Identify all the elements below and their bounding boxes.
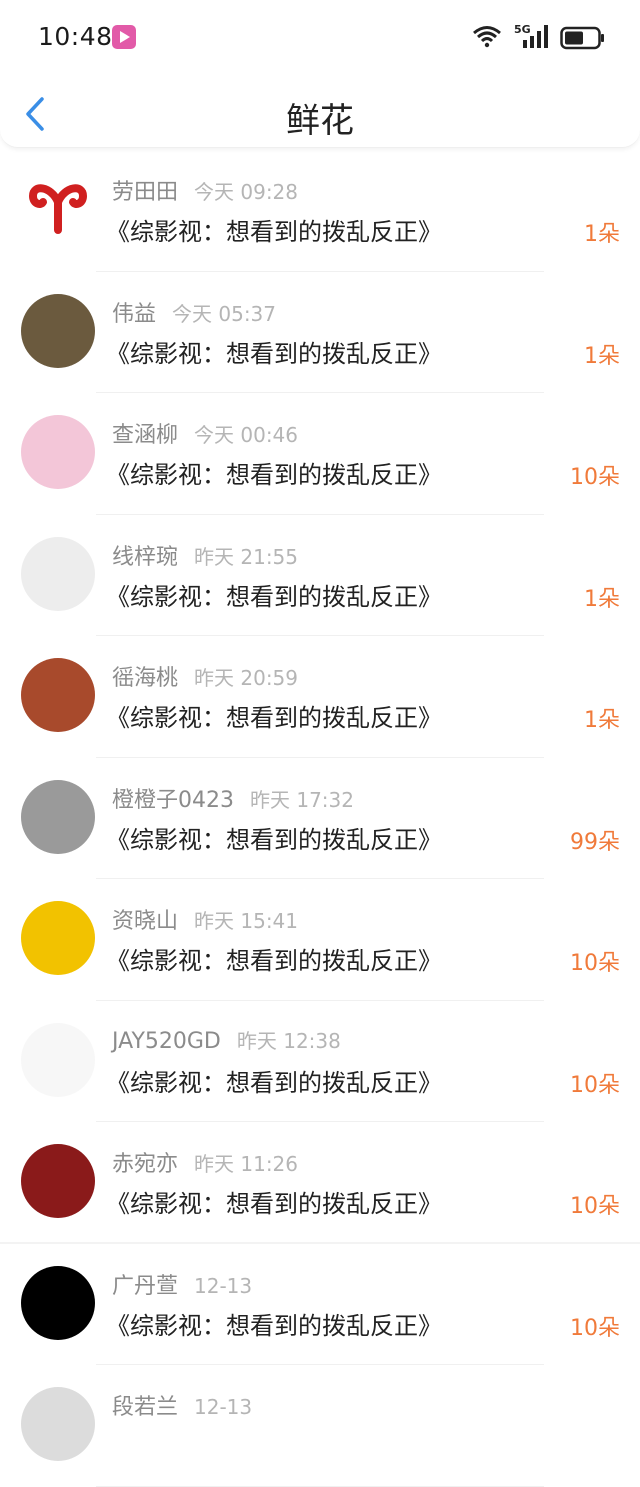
status-time: 10:48 — [38, 22, 113, 51]
timestamp: 昨天 12:38 — [236, 1028, 341, 1053]
timestamp: 12-13 — [194, 1395, 253, 1419]
flower-list: 劳田田 今天 09:28 《综影视：想看到的拨乱反正》 1朵 伟益 今天 05:37 《综影… — [0, 150, 640, 1487]
aries-icon — [28, 184, 88, 234]
flower-count: 99朵 — [570, 829, 620, 855]
avatar[interactable] — [21, 658, 95, 732]
user-name-text: 伟益 — [112, 301, 157, 327]
timestamp: 昨天 15:41 — [194, 909, 299, 933]
user-name-text: 劳田田 — [112, 180, 179, 205]
avatar[interactable] — [21, 172, 95, 246]
avatar[interactable] — [21, 415, 95, 489]
user-name-text: 橙橙子0423 — [112, 787, 234, 813]
divider — [96, 1485, 544, 1487]
list-item[interactable]: 徭海桃 昨天 20:59 《综影视：想看到的拨乱反正》 1朵 — [0, 636, 640, 758]
list-item[interactable]: 广丹萱 12-13 《综影视：想看到的拨乱反正》 10朵 — [0, 1244, 640, 1365]
avatar[interactable] — [21, 901, 95, 975]
cellular-signal-icon: 5G — [514, 22, 550, 54]
network-label: 5G — [514, 23, 531, 36]
user-name: JAY520GD 昨天 12:38 — [112, 1025, 341, 1054]
avatar[interactable] — [21, 536, 95, 611]
app-notification-icon — [112, 25, 136, 49]
book-title: 《综影视：想看到的拨乱反正》 — [106, 582, 442, 611]
book-title: 《综影视：想看到的拨乱反正》 — [106, 461, 442, 489]
user-name-text: JAY520GD — [112, 1028, 221, 1054]
list-item[interactable]: 赤宛亦 昨天 11:26 《综影视：想看到的拨乱反正》 10朵 — [0, 1122, 640, 1244]
user-name: 赤宛亦 昨天 11:26 — [112, 1146, 298, 1178]
avatar[interactable] — [21, 1144, 95, 1218]
timestamp: 今天 09:28 — [194, 180, 299, 204]
user-name-text: 资晓山 — [112, 909, 179, 934]
flower-count: 10朵 — [570, 1072, 620, 1098]
list-item[interactable]: 线梓琬 昨天 21:55 《综影视：想看到的拨乱反正》 1朵 — [0, 515, 640, 636]
avatar[interactable] — [21, 1387, 95, 1461]
avatar[interactable] — [21, 1022, 95, 1097]
user-name: 伟益 今天 05:37 — [112, 296, 276, 328]
header-bar: 10:48 5G 鲜花 — [0, 0, 640, 148]
user-name: 查涵柳 今天 00:46 — [112, 417, 298, 449]
list-item[interactable]: JAY520GD 昨天 12:38 《综影视：想看到的拨乱反正》 10朵 — [0, 1001, 640, 1122]
battery-icon — [560, 26, 606, 54]
user-name-text: 查涵柳 — [112, 423, 179, 448]
user-name-text: 徭海桃 — [112, 666, 179, 691]
user-name-text: 广丹萱 — [112, 1273, 179, 1299]
list-item[interactable]: 伟益 今天 05:37 《综影视：想看到的拨乱反正》 1朵 — [0, 272, 640, 393]
avatar[interactable] — [21, 779, 95, 854]
page-title: 鲜花 — [286, 101, 354, 141]
flower-count: 10朵 — [570, 1315, 620, 1341]
book-title: 《综影视：想看到的拨乱反正》 — [106, 825, 442, 854]
flower-count: 1朵 — [584, 586, 620, 612]
list-item[interactable]: 段若兰 12-13 — [0, 1365, 640, 1487]
flower-count: 10朵 — [570, 465, 620, 490]
timestamp: 昨天 20:59 — [194, 666, 299, 690]
user-name-text: 赤宛亦 — [112, 1152, 179, 1177]
timestamp: 昨天 11:26 — [194, 1152, 299, 1176]
flower-count: 1朵 — [584, 343, 620, 369]
book-title: 《综影视：想看到的拨乱反正》 — [106, 947, 442, 975]
timestamp: 今天 05:37 — [172, 301, 277, 326]
timestamp: 今天 00:46 — [194, 423, 299, 447]
user-name: 广丹萱 12-13 — [112, 1268, 252, 1300]
book-title: 《综影视：想看到的拨乱反正》 — [106, 218, 442, 246]
list-item[interactable]: 橙橙子0423 昨天 17:32 《综影视：想看到的拨乱反正》 99朵 — [0, 758, 640, 879]
user-name: 资晓山 昨天 15:41 — [112, 903, 298, 935]
avatar[interactable] — [21, 1265, 95, 1340]
list-item[interactable]: 劳田田 今天 09:28 《综影视：想看到的拨乱反正》 1朵 — [0, 150, 640, 272]
list-item[interactable]: 查涵柳 今天 00:46 《综影视：想看到的拨乱反正》 10朵 — [0, 393, 640, 515]
wifi-icon — [472, 24, 502, 52]
user-name: 段若兰 12-13 — [112, 1389, 252, 1421]
user-name: 徭海桃 昨天 20:59 — [112, 660, 298, 692]
book-title: 《综影视：想看到的拨乱反正》 — [106, 1190, 442, 1218]
timestamp: 昨天 17:32 — [250, 787, 354, 812]
book-title: 《综影视：想看到的拨乱反正》 — [106, 1311, 442, 1340]
flower-count: 1朵 — [584, 708, 620, 733]
book-title: 《综影视：想看到的拨乱反正》 — [106, 339, 442, 368]
user-name-text: 段若兰 — [112, 1395, 179, 1420]
user-name: 橙橙子0423 昨天 17:32 — [112, 782, 354, 814]
list-item[interactable]: 资晓山 昨天 15:41 《综影视：想看到的拨乱反正》 10朵 — [0, 879, 640, 1001]
avatar[interactable] — [21, 293, 95, 368]
timestamp: 12-13 — [194, 1273, 253, 1298]
book-title: 《综影视：想看到的拨乱反正》 — [106, 1068, 442, 1097]
book-title: 《综影视：想看到的拨乱反正》 — [106, 704, 442, 732]
user-name: 劳田田 今天 09:28 — [112, 174, 298, 206]
flower-count: 10朵 — [570, 1194, 620, 1219]
user-name: 线梓琬 昨天 21:55 — [112, 539, 298, 571]
flower-count: 10朵 — [570, 951, 620, 976]
user-name-text: 线梓琬 — [112, 544, 179, 570]
flower-count: 1朵 — [584, 222, 620, 247]
timestamp: 昨天 21:55 — [194, 544, 299, 569]
